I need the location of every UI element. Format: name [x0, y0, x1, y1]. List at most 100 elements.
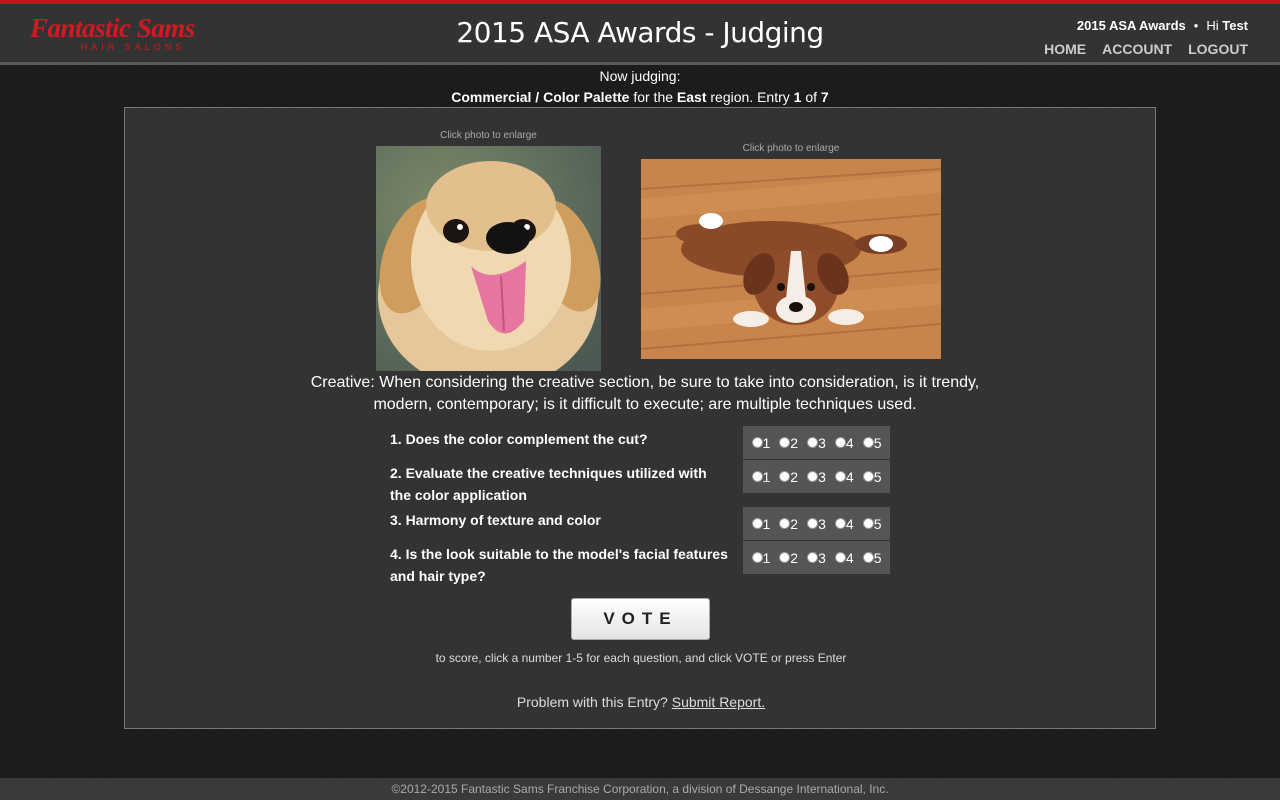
nav-logout-link[interactable]: LOGOUT: [1188, 41, 1248, 57]
entry-total: 7: [820, 89, 829, 105]
entry-photo-1[interactable]: [376, 146, 601, 371]
radio-icon[interactable]: [807, 518, 819, 529]
rating-3-option-4[interactable]: 4: [834, 515, 854, 532]
user-line: 2015 ASA Awards • Hi Test: [1077, 18, 1248, 33]
radio-icon[interactable]: [779, 471, 791, 482]
radio-icon[interactable]: [834, 518, 846, 529]
radio-icon[interactable]: [807, 552, 819, 563]
option-label: 4: [845, 468, 854, 485]
question-3: 3. Harmony of texture and color: [390, 512, 601, 528]
rating-2-option-3[interactable]: 3: [807, 469, 826, 485]
footer-copyright: ©2012-2015 Fantastic Sams Franchise Corp…: [0, 778, 1280, 800]
rating-2-option-5[interactable]: 5: [862, 468, 882, 485]
question-2: 2. Evaluate the creative techniques util…: [390, 465, 707, 503]
option-label: 5: [873, 515, 882, 532]
logo-sub-text: HAIR SALONS: [80, 42, 186, 52]
option-label: 4: [845, 434, 854, 451]
fantastic-sams-logo[interactable]: Fantastic Sams HAIR SALONS: [30, 14, 235, 56]
option-label: 3: [818, 549, 826, 566]
rating-1-option-4[interactable]: 4: [834, 434, 854, 451]
rating-1-option-2[interactable]: 2: [779, 435, 798, 451]
rating-4-option-4[interactable]: 4: [834, 549, 854, 566]
option-label: 1: [762, 549, 771, 566]
radio-icon[interactable]: [834, 471, 846, 482]
entry-photo-2[interactable]: [641, 159, 941, 359]
radio-icon[interactable]: [807, 471, 819, 482]
rating-4-option-5[interactable]: 5: [862, 549, 882, 566]
logo-main-text: Fantastic Sams: [30, 13, 195, 43]
photo-caption-1: Click photo to enlarge: [440, 130, 537, 141]
radio-icon[interactable]: [751, 437, 763, 448]
separator-dot: •: [1193, 18, 1199, 33]
rating-1-option-1[interactable]: 1: [751, 434, 771, 451]
rating-2-option-2[interactable]: 2: [779, 469, 798, 485]
greeting: Hi: [1206, 18, 1219, 33]
header: Fantastic Sams HAIR SALONS 2015 ASA Awar…: [0, 4, 1280, 62]
header-divider: [0, 62, 1280, 65]
rating-4-option-1[interactable]: 1: [751, 549, 771, 566]
main-nav: HOME ACCOUNT LOGOUT: [1044, 41, 1248, 57]
rating-3-option-2[interactable]: 2: [779, 516, 798, 532]
option-label: 3: [818, 468, 826, 485]
report-text: Problem with this Entry?: [516, 694, 668, 710]
for-the-text: for the: [633, 89, 674, 105]
photo-caption-2: Click photo to enlarge: [742, 143, 840, 154]
photo-block-2: Click photo to enlarge: [641, 143, 941, 359]
option-label: 2: [790, 515, 799, 532]
rating-2-option-1[interactable]: 1: [751, 468, 771, 485]
rating-3-option-1[interactable]: 1: [751, 515, 771, 532]
radio-icon[interactable]: [862, 518, 874, 529]
option-label: 2: [790, 434, 799, 451]
option-label: 5: [873, 549, 882, 566]
radio-icon[interactable]: [834, 552, 846, 563]
option-label: 1: [762, 468, 771, 485]
option-label: 1: [762, 434, 771, 451]
radio-icon[interactable]: [862, 471, 874, 482]
rating-4-option-3[interactable]: 3: [807, 550, 826, 566]
region-entry-text: region. Entry: [710, 89, 790, 105]
radio-icon[interactable]: [862, 437, 874, 448]
rating-1-option-3[interactable]: 3: [807, 435, 826, 451]
photo-block-1: Click photo to enlarge: [376, 130, 601, 371]
option-label: 4: [845, 515, 854, 532]
radio-icon[interactable]: [751, 471, 763, 482]
radio-icon[interactable]: [807, 437, 819, 448]
now-judging-info: Now judging: Commercial / Color Palette …: [0, 66, 1280, 108]
option-label: 3: [818, 515, 826, 532]
report-line: Problem with this Entry? Submit Report.: [125, 694, 1157, 710]
option-label: 5: [873, 468, 882, 485]
rating-4-option-2[interactable]: 2: [779, 550, 798, 566]
option-label: 1: [762, 515, 771, 532]
region-name: East: [676, 89, 707, 105]
radio-icon[interactable]: [779, 552, 791, 563]
judging-panel: Click photo to enlarge Click photo to en…: [124, 107, 1156, 729]
rating-group-2: 1 2 3 4 5: [743, 460, 890, 493]
creative-guidance-text: Creative: When considering the creative …: [310, 374, 980, 413]
option-label: 4: [845, 549, 854, 566]
rating-1-option-5[interactable]: 5: [862, 434, 882, 451]
category-name: Commercial / Color Palette: [451, 89, 630, 105]
rating-group-4: 1 2 3 4 5: [743, 541, 890, 574]
nav-account-link[interactable]: ACCOUNT: [1102, 41, 1172, 57]
radio-icon[interactable]: [862, 552, 874, 563]
user-name: Test: [1222, 18, 1248, 33]
of-text: of: [805, 89, 818, 105]
rating-group-1: 1 2 3 4 5: [743, 426, 890, 459]
contest-name: 2015 ASA Awards: [1076, 18, 1186, 33]
question-1: 1. Does the color complement the cut?: [390, 431, 648, 447]
radio-icon[interactable]: [834, 437, 846, 448]
rating-group-3: 1 2 3 4 5: [743, 507, 890, 540]
radio-icon[interactable]: [751, 518, 763, 529]
nav-home-link[interactable]: HOME: [1044, 41, 1086, 57]
radio-icon[interactable]: [779, 518, 791, 529]
rating-3-option-5[interactable]: 5: [862, 515, 882, 532]
vote-button[interactable]: VOTE: [571, 598, 710, 640]
question-4: 4. Is the look suitable to the model's f…: [390, 546, 728, 584]
option-label: 5: [873, 434, 882, 451]
radio-icon[interactable]: [779, 437, 791, 448]
rating-2-option-4[interactable]: 4: [834, 468, 854, 485]
submit-report-link[interactable]: Submit Report.: [672, 694, 765, 710]
option-label: 2: [790, 549, 799, 566]
radio-icon[interactable]: [751, 552, 763, 563]
rating-3-option-3[interactable]: 3: [807, 516, 826, 532]
